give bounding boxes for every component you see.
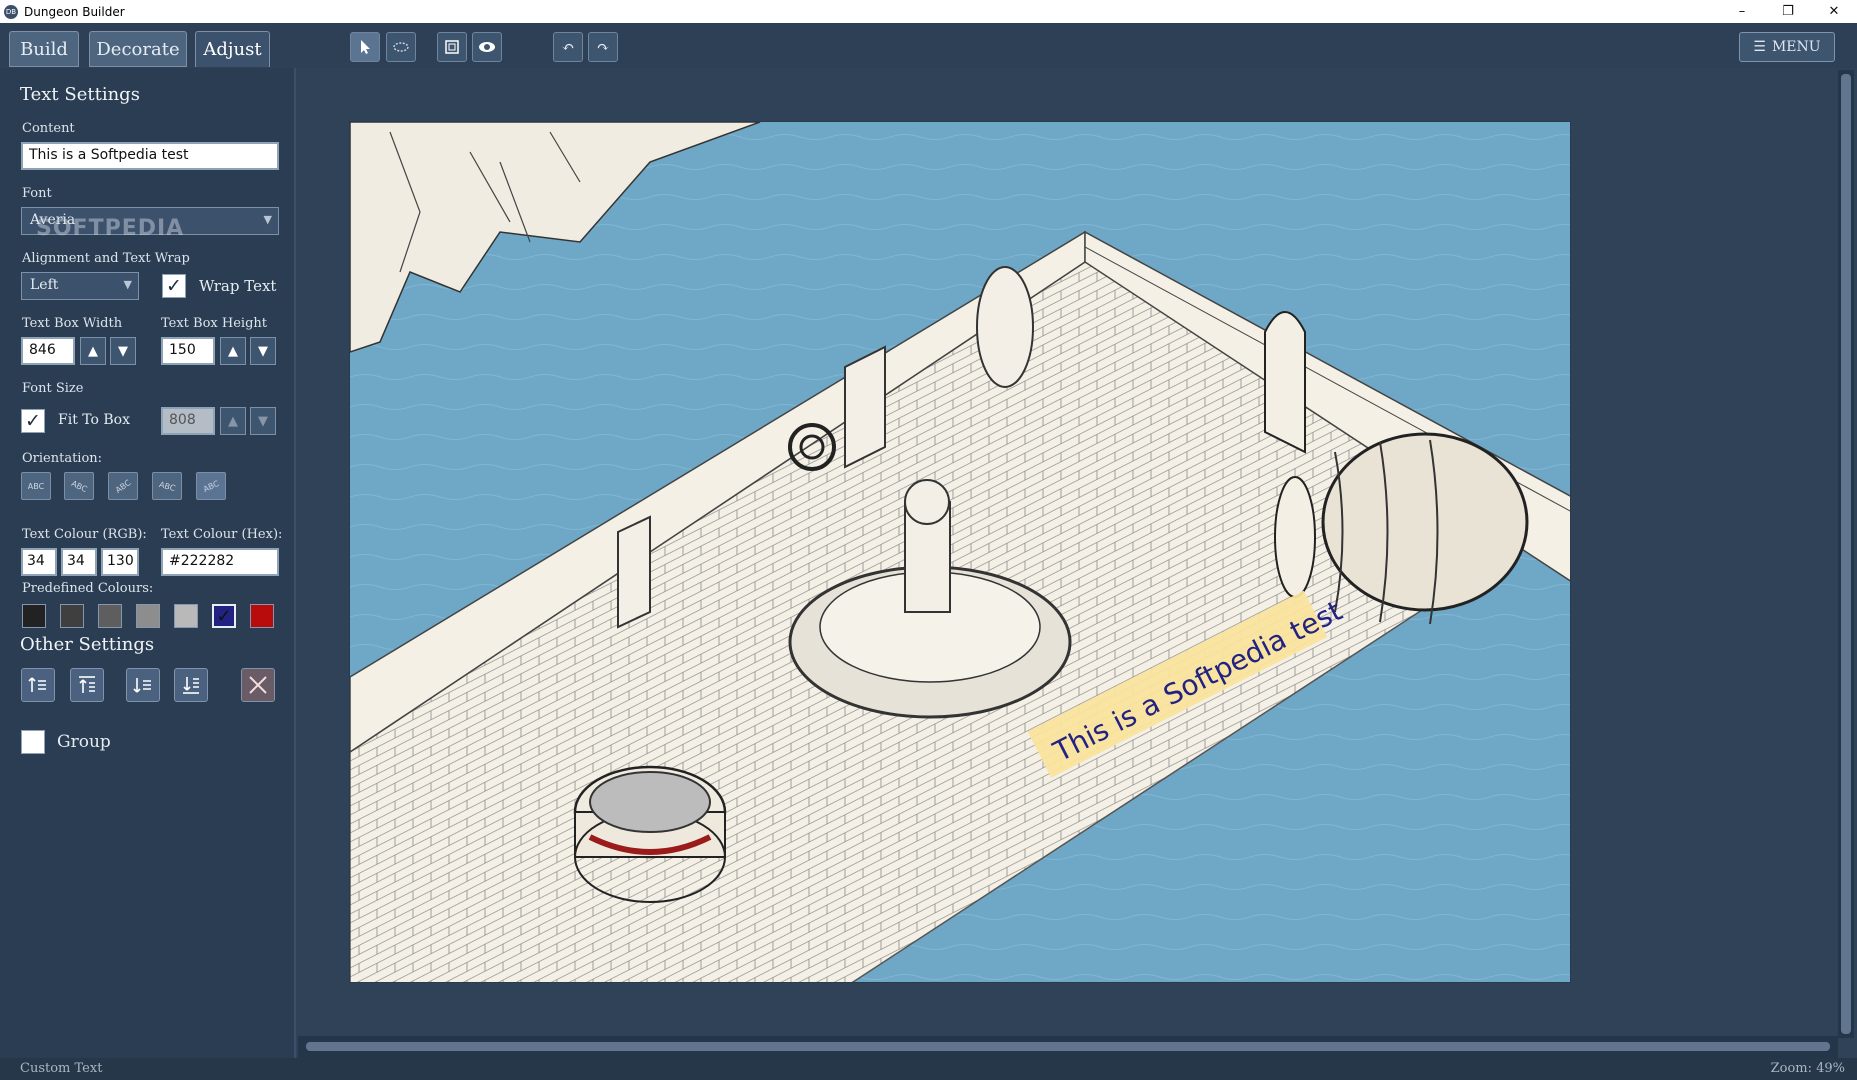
wrap-text-label: Wrap Text (199, 277, 277, 295)
lasso-icon[interactable] (386, 32, 416, 62)
map-canvas[interactable]: This is a Softpedia test (349, 121, 1571, 983)
zoom-level: Zoom: 49% (1770, 1061, 1845, 1076)
bring-forward-icon[interactable] (21, 668, 55, 702)
close-button[interactable]: ✕ (1811, 0, 1857, 23)
delete-icon[interactable] (241, 668, 275, 702)
colour-hex-input[interactable]: #222282 (161, 548, 279, 576)
horizontal-scrollbar[interactable] (298, 1036, 1838, 1058)
colour-swatch[interactable] (174, 604, 198, 628)
scroll-thumb[interactable] (1841, 74, 1851, 1034)
width-up-button[interactable]: ▲ (80, 337, 106, 365)
orientation-slight-down-icon[interactable]: ABC (152, 472, 182, 500)
chevron-down-icon: ▼ (123, 278, 132, 291)
vertical-scrollbar[interactable] (1838, 70, 1854, 1038)
tab-adjust[interactable]: Adjust (195, 31, 270, 67)
content-label: Content (22, 121, 75, 136)
bring-to-front-icon[interactable] (70, 668, 104, 702)
width-input[interactable]: 846 (21, 337, 75, 365)
hamburger-icon: ☰ (1753, 39, 1766, 55)
colour-swatch[interactable] (250, 604, 274, 628)
top-toolbar: Build Decorate Adjust ↶ ↷ ☰ MENU (0, 23, 1857, 68)
checkmark-icon: ✓ (216, 605, 232, 627)
title-bar: DB Dungeon Builder – ❐ ✕ (0, 0, 1857, 23)
font-size-up-button: ▲ (220, 407, 246, 435)
font-size-label: Font Size (22, 381, 84, 396)
window-title: Dungeon Builder (24, 4, 125, 19)
font-label: Font (22, 186, 52, 201)
eye-icon[interactable] (472, 32, 502, 62)
alignment-select[interactable]: Left ▼ (21, 272, 139, 300)
watermark: SOFTPEDIA (36, 216, 185, 241)
colour-swatch[interactable] (136, 604, 160, 628)
menu-label: MENU (1771, 39, 1821, 55)
colour-swatch[interactable]: ✓ (212, 604, 236, 628)
orientation-label: Orientation: (22, 451, 103, 466)
tab-build[interactable]: Build (9, 31, 79, 67)
colour-swatch[interactable] (22, 604, 46, 628)
orientation-tilt-up-icon[interactable]: ABC (108, 472, 138, 500)
colour-swatch[interactable] (60, 604, 84, 628)
status-left: Custom Text (20, 1061, 103, 1076)
undo-icon[interactable]: ↶ (553, 32, 583, 62)
redo-icon[interactable]: ↷ (588, 32, 618, 62)
width-down-button[interactable]: ▼ (110, 337, 136, 365)
fit-to-box-label: Fit To Box (58, 412, 131, 428)
group-checkbox[interactable] (21, 730, 45, 754)
font-size-down-button: ▼ (250, 407, 276, 435)
dungeon-map: This is a Softpedia test (350, 122, 1570, 982)
colour-r-input[interactable]: 34 (21, 548, 57, 576)
colour-swatch[interactable] (98, 604, 122, 628)
minimize-button[interactable]: – (1719, 0, 1765, 23)
colour-g-input[interactable]: 34 (61, 548, 97, 576)
alignment-select-value: Left (30, 277, 59, 293)
text-settings-heading: Text Settings (20, 84, 140, 105)
tab-decorate[interactable]: Decorate (89, 31, 187, 67)
fit-to-box-checkbox[interactable]: ✓ (21, 409, 45, 433)
font-size-input: 808 (161, 407, 215, 435)
colour-rgb-label: Text Colour (RGB): (22, 527, 147, 542)
predefined-colours-label: Predefined Colours: (22, 581, 154, 596)
orientation-horizontal-icon[interactable]: ABC (21, 472, 51, 500)
width-label: Text Box Width (22, 316, 123, 331)
orientation-slight-up-icon[interactable]: ABC (196, 472, 226, 500)
pointer-icon[interactable] (350, 32, 380, 62)
alignment-label: Alignment and Text Wrap (22, 251, 190, 266)
send-backward-icon[interactable] (126, 668, 160, 702)
other-settings-heading: Other Settings (20, 634, 155, 655)
send-to-back-icon[interactable] (174, 668, 208, 702)
colour-hex-label: Text Colour (Hex): (161, 527, 283, 542)
height-down-button[interactable]: ▼ (250, 337, 276, 365)
restore-button[interactable]: ❐ (1765, 0, 1811, 23)
chevron-down-icon: ▼ (263, 213, 272, 226)
menu-button[interactable]: ☰ MENU (1739, 32, 1835, 62)
height-input[interactable]: 150 (161, 337, 215, 365)
app-icon: DB (4, 4, 18, 19)
height-up-button[interactable]: ▲ (220, 337, 246, 365)
frame-icon[interactable] (437, 32, 467, 62)
group-label: Group (57, 732, 111, 752)
orientation-tilt-down-icon[interactable]: ABC (64, 472, 94, 500)
colour-b-input[interactable]: 130 (101, 548, 139, 576)
scroll-thumb[interactable] (306, 1042, 1830, 1051)
content-input[interactable]: This is a Softpedia test (21, 142, 279, 170)
wrap-text-checkbox[interactable]: ✓ (162, 274, 186, 298)
height-label: Text Box Height (161, 316, 267, 331)
status-bar: Custom Text Zoom: 49% (0, 1058, 1857, 1080)
